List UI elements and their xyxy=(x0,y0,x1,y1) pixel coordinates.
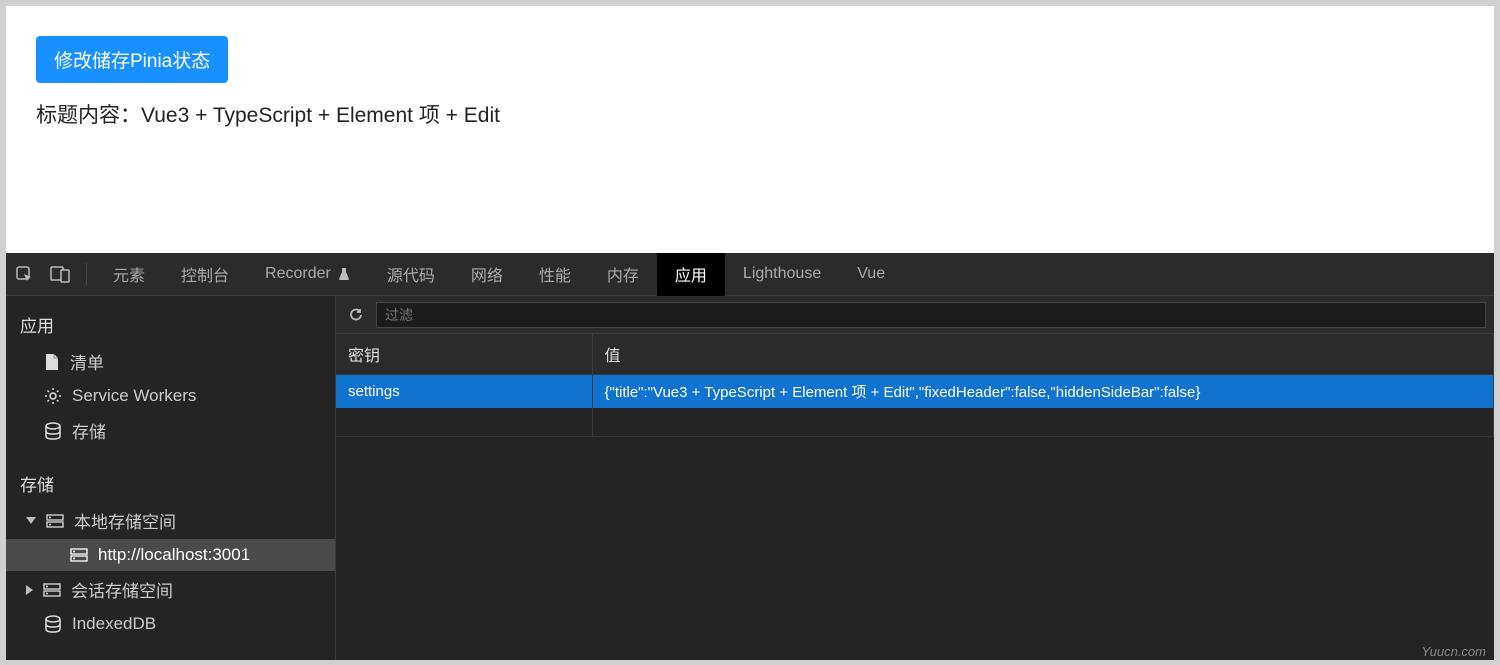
page-content: 修改储存Pinia状态 标题内容：Vue3 + TypeScript + Ele… xyxy=(6,6,1494,253)
table-header-value[interactable]: 值 xyxy=(592,334,1494,375)
sidebar-item-label: 存储 xyxy=(72,418,106,443)
watermark: Yuucn.com xyxy=(1421,644,1486,659)
tab-network[interactable]: 网络 xyxy=(453,253,521,296)
tab-elements[interactable]: 元素 xyxy=(95,253,163,296)
sidebar-item-label: IndexedDB xyxy=(72,614,156,634)
database-icon xyxy=(44,615,62,633)
sidebar-item-label: 会话存储空间 xyxy=(71,577,173,602)
tab-lighthouse[interactable]: Lighthouse xyxy=(725,253,839,296)
sidebar-item-label: 本地存储空间 xyxy=(74,508,176,533)
chevron-down-icon xyxy=(26,517,36,524)
sidebar-item-label: 清单 xyxy=(70,349,104,374)
sidebar-item-label: http://localhost:3001 xyxy=(98,545,250,565)
filter-input[interactable] xyxy=(376,302,1486,328)
table-row[interactable]: settings {"title":"Vue3 + TypeScript + E… xyxy=(336,375,1494,409)
tab-sources[interactable]: 源代码 xyxy=(369,253,453,296)
devtools-main: 密钥 值 settings {"title":"Vue3 + TypeScrip… xyxy=(336,296,1494,660)
gear-icon xyxy=(44,387,62,405)
storage-toolbar xyxy=(336,296,1494,334)
tab-console[interactable]: 控制台 xyxy=(163,253,247,296)
storage-icon xyxy=(46,514,64,528)
inspect-icon[interactable] xyxy=(6,253,42,296)
sidebar-item-local-storage[interactable]: 本地存储空间 xyxy=(6,502,335,539)
tab-recorder[interactable]: Recorder xyxy=(247,253,369,296)
tab-application[interactable]: 应用 xyxy=(657,253,725,296)
sidebar-item-service-workers[interactable]: Service Workers xyxy=(6,380,335,412)
database-icon xyxy=(44,422,62,440)
file-icon xyxy=(44,353,60,371)
devtools-panel: 元素 控制台 Recorder 源代码 网络 性能 内存 应用 Lighthou… xyxy=(6,253,1494,660)
page-title: 标题内容：Vue3 + TypeScript + Element 项 + Edi… xyxy=(36,99,1464,129)
table-row[interactable] xyxy=(336,408,1494,436)
tab-divider xyxy=(86,263,87,285)
refresh-button[interactable] xyxy=(336,296,376,334)
modify-pinia-button[interactable]: 修改储存Pinia状态 xyxy=(36,36,228,83)
sidebar-section-storage: 存储 xyxy=(6,465,335,502)
cell-value: {"title":"Vue3 + TypeScript + Element 项 … xyxy=(592,375,1494,409)
tab-vue[interactable]: Vue xyxy=(839,253,903,296)
sidebar-section-app: 应用 xyxy=(6,306,335,343)
table-header-key[interactable]: 密钥 xyxy=(336,334,592,375)
devtools-tabs: 元素 控制台 Recorder 源代码 网络 性能 内存 应用 Lighthou… xyxy=(6,253,1494,296)
storage-icon xyxy=(43,583,61,597)
sidebar-item-local-storage-host[interactable]: http://localhost:3001 xyxy=(6,539,335,571)
flask-icon xyxy=(337,267,351,281)
sidebar-item-label: Service Workers xyxy=(72,386,196,406)
sidebar-item-manifest[interactable]: 清单 xyxy=(6,343,335,380)
chevron-right-icon xyxy=(26,585,33,595)
devtools-sidebar: 应用 清单 Service Workers 存储 存储 xyxy=(6,296,336,660)
device-toggle-icon[interactable] xyxy=(42,253,78,296)
cell-key: settings xyxy=(336,375,592,409)
storage-table: 密钥 值 settings {"title":"Vue3 + TypeScrip… xyxy=(336,334,1494,437)
storage-icon xyxy=(70,548,88,562)
sidebar-item-storage[interactable]: 存储 xyxy=(6,412,335,449)
tab-memory[interactable]: 内存 xyxy=(589,253,657,296)
tab-performance[interactable]: 性能 xyxy=(521,253,589,296)
sidebar-item-session-storage[interactable]: 会话存储空间 xyxy=(6,571,335,608)
sidebar-item-indexeddb[interactable]: IndexedDB xyxy=(6,608,335,640)
